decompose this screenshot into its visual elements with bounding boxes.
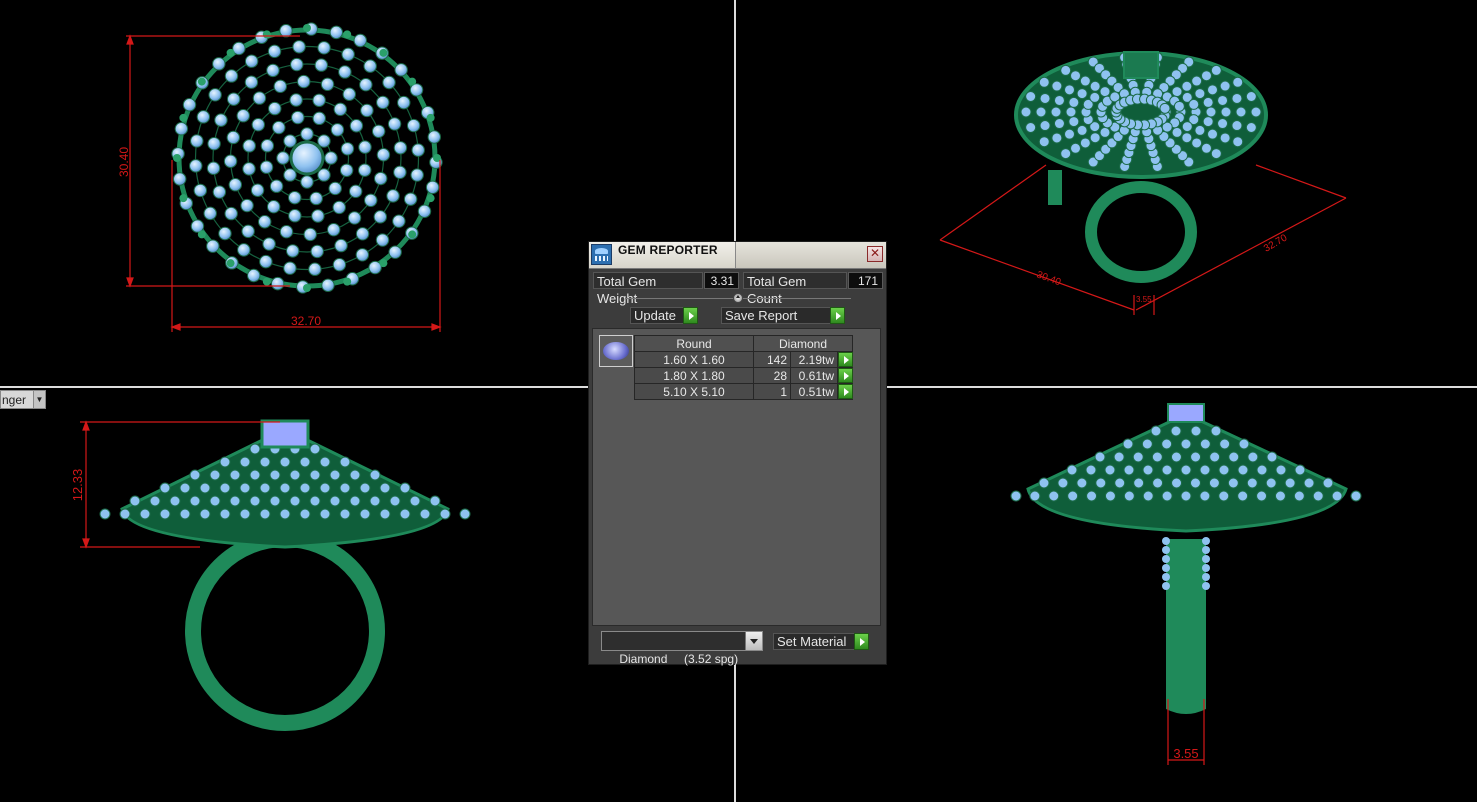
view-type-dropdown[interactable]: nger ▼ [0,390,46,409]
gem-count-cell: 142 [753,351,791,368]
total-gem-count-value: 171 [848,272,883,289]
play-arrow-icon [830,307,845,324]
save-report-button-label: Save Report [725,308,798,323]
save-report-button[interactable]: Save Report [721,307,845,324]
chevron-down-icon[interactable]: ▼ [33,391,45,408]
dimension-width-label: 32.70 [291,314,321,328]
gem-reporter-icon [591,244,612,265]
panel-title: GEM REPORTER [618,243,718,257]
close-icon: ✕ [869,246,881,260]
ring-top-render [171,22,443,294]
gem-weight-cell: 2.19tw [790,351,838,368]
gem-reporter-panel: GEM REPORTER ✕ Total Gem Weight 3.31 Tot… [588,241,887,666]
gem-count-cell: 28 [753,367,791,384]
total-gem-count-label: Total Gem Count [743,272,847,306]
play-arrow-icon [838,368,853,383]
row-select-button[interactable] [837,383,853,400]
material-select-value: Diamond (3.52 spg) [619,652,739,666]
gem-size-cell: 1.80 X 1.80 [634,367,754,384]
dimension-height-label: 30.40 [117,147,131,177]
gem-list-area[interactable]: Round Diamond 1.60 X 1.60 142 2.19tw 1.8… [592,328,881,626]
gem-count-cell: 1 [753,383,791,400]
dimension-front-height-label: 12.33 [70,469,85,502]
row-select-button[interactable] [837,351,853,368]
total-gem-weight-label: Total Gem Weight [593,272,703,306]
gem-table-header: Round Diamond [634,335,853,352]
row-select-button[interactable] [837,367,853,384]
total-gem-weight-value: 3.31 [704,272,739,289]
dimension-side-shank-label: 3.55 [1173,746,1198,761]
round-gem-icon[interactable] [599,335,633,367]
gem-table-row[interactable]: 1.60 X 1.60 142 2.19tw [634,351,853,368]
gem-table: Round Diamond 1.60 X 1.60 142 2.19tw 1.8… [634,335,853,400]
gem-weight-cell: 0.51tw [790,383,838,400]
material-select[interactable]: Diamond (3.52 spg) [601,631,763,666]
ring-front-render [99,419,471,731]
gem-material-header: Diamond [753,335,853,352]
gem-weight-cell: 0.61tw [790,367,838,384]
panel-title-tab[interactable]: GEM REPORTER [589,242,736,268]
chevron-down-icon[interactable] [745,632,762,650]
panel-titlebar[interactable]: GEM REPORTER ✕ [589,242,886,269]
ring-side-render [1010,403,1362,714]
gem-size-cell: 5.10 X 5.10 [634,383,754,400]
update-button[interactable]: Update [630,307,698,324]
view-type-label: nger [2,392,27,407]
collapse-toggle-icon[interactable] [733,293,743,303]
play-arrow-icon [838,352,853,367]
update-button-label: Update [634,308,676,323]
play-arrow-icon [854,633,869,650]
dimension-perspective-left-label: 30.40 [1035,269,1063,288]
dimension-perspective-shank-label: 3.55 [1136,295,1152,304]
gem-table-row[interactable]: 1.80 X 1.80 28 0.61tw [634,367,853,384]
gem-shape-header: Round [634,335,754,352]
close-button[interactable]: ✕ [867,246,883,262]
ring-perspective-render [1014,51,1268,283]
gem-size-cell: 1.60 X 1.60 [634,351,754,368]
play-arrow-icon [683,307,698,324]
set-material-button[interactable]: Set Material [773,633,869,650]
play-arrow-icon [838,384,853,399]
set-material-button-label: Set Material [777,634,847,649]
gem-table-row[interactable]: 5.10 X 5.10 1 0.51tw [634,383,853,400]
